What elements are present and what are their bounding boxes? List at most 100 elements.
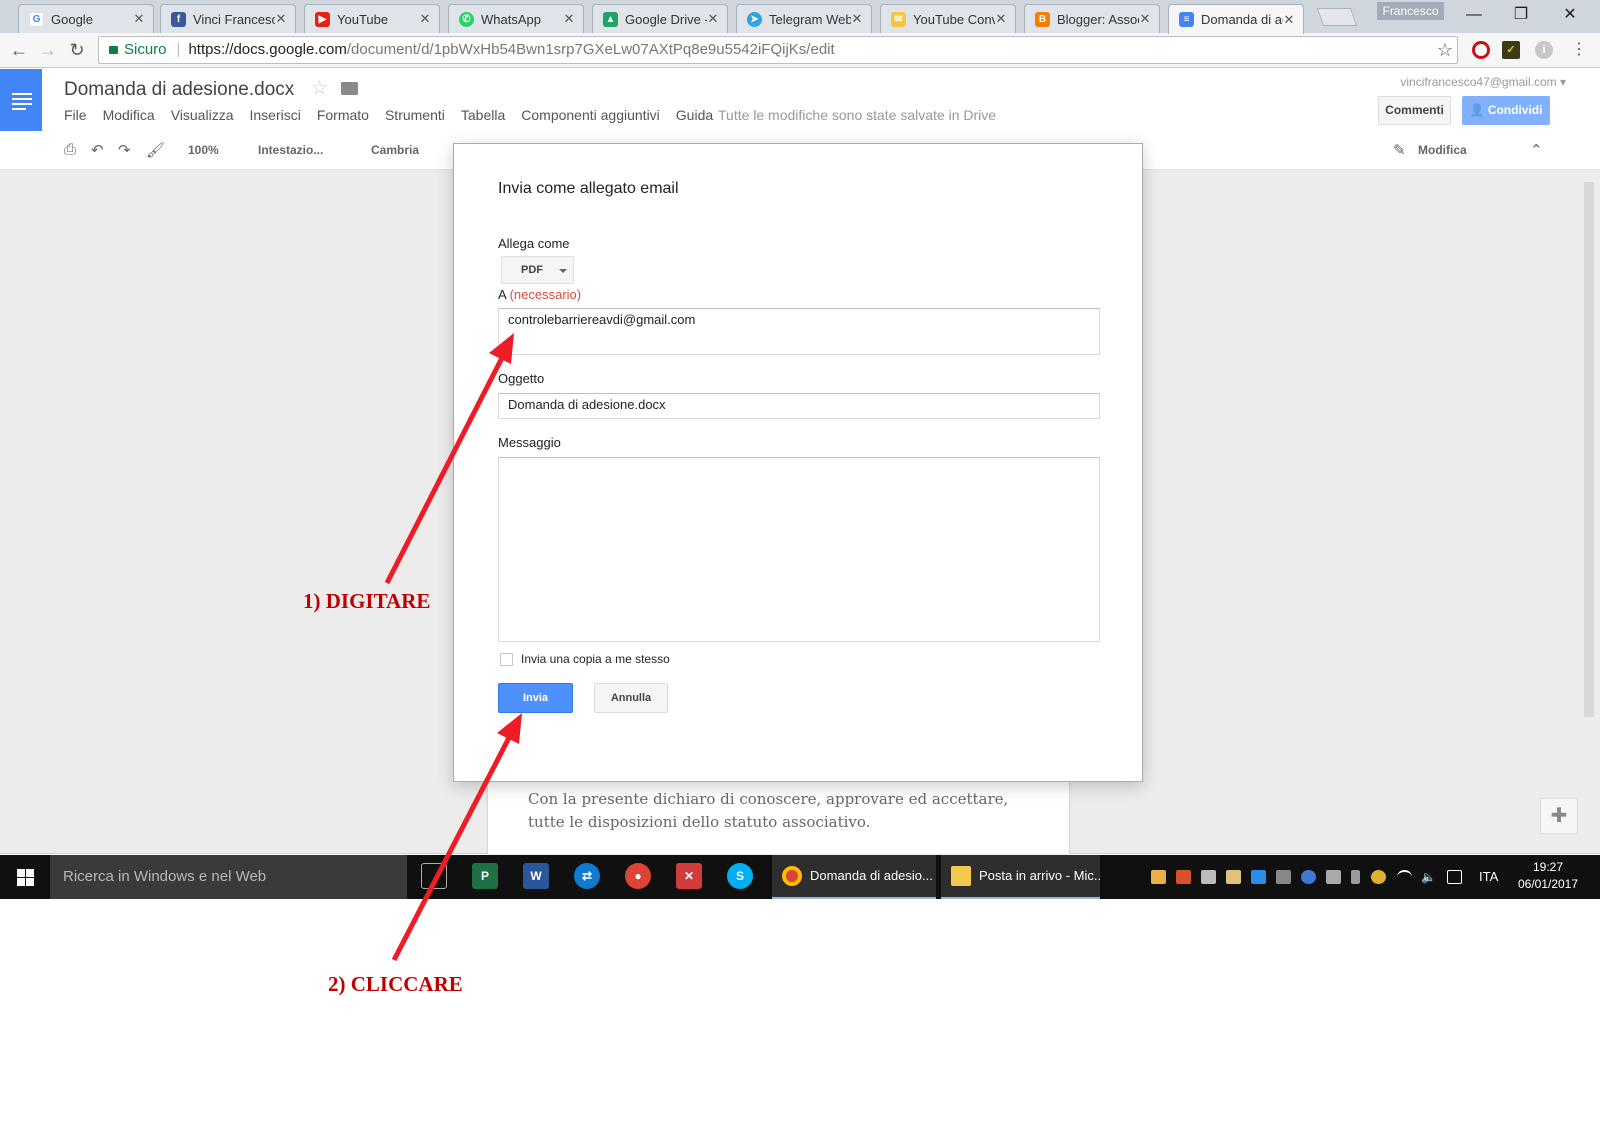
subject-field[interactable]: Domanda di adesione.docx <box>498 393 1100 419</box>
forward-icon[interactable]: → <box>35 37 61 63</box>
tab-google-docs[interactable]: ≡ Domanda di ad ✕ <box>1168 4 1304 34</box>
tray-mail-icon[interactable] <box>1151 870 1166 884</box>
send-button[interactable]: Invia <box>498 683 573 713</box>
chrome-menu-icon[interactable]: ⋮ <box>1566 37 1592 63</box>
menu-formato[interactable]: Formato <box>317 107 369 123</box>
windows-start-icon[interactable] <box>0 855 50 899</box>
explore-icon[interactable]: ✚ <box>1540 798 1578 834</box>
redo-icon[interactable]: ↷ <box>118 141 131 159</box>
minimize-icon[interactable]: — <box>1451 0 1497 30</box>
tab-whatsapp[interactable]: ✆ WhatsApp ✕ <box>448 4 584 33</box>
tab-google-drive[interactable]: ▲ Google Drive - ✕ <box>592 4 728 33</box>
close-tab-icon[interactable]: ✕ <box>851 11 863 27</box>
task-view-icon[interactable] <box>421 863 447 889</box>
separator: | <box>176 41 181 58</box>
tray-app-icon[interactable] <box>1301 870 1316 884</box>
menu-modifica[interactable]: Modifica <box>103 107 155 123</box>
action-center-icon[interactable] <box>1447 870 1462 884</box>
font-select[interactable]: Cambria <box>371 143 419 157</box>
opera-extension-icon[interactable] <box>1472 41 1490 59</box>
taskbar-chrome-task[interactable]: Domanda di adesio... <box>772 855 936 899</box>
tray-app-icon[interactable] <box>1201 870 1216 884</box>
tab-telegram[interactable]: ➤ Telegram Web ✕ <box>736 4 872 33</box>
send-copy-checkbox[interactable] <box>500 653 513 666</box>
volume-icon[interactable]: 🔈 <box>1421 870 1436 884</box>
tab-title: Domanda di ad <box>1201 12 1283 27</box>
tab-facebook[interactable]: f Vinci Francesco ✕ <box>160 4 296 33</box>
menu-inserisci[interactable]: Inserisci <box>249 107 300 123</box>
extension-icon[interactable]: i <box>1535 41 1553 59</box>
close-tab-icon[interactable]: ✕ <box>1139 11 1151 27</box>
close-tab-icon[interactable]: ✕ <box>707 11 719 27</box>
close-tab-icon[interactable]: ✕ <box>133 11 145 27</box>
folder-icon[interactable] <box>341 82 358 95</box>
word-icon[interactable]: W <box>523 863 549 889</box>
tray-app-icon[interactable] <box>1176 870 1191 884</box>
dialog-title: Invia come allegato email <box>498 180 679 197</box>
new-tab-button[interactable] <box>1316 8 1358 26</box>
send-copy-label[interactable]: Invia una copia a me stesso <box>521 652 670 666</box>
taskbar-outlook-task[interactable]: Posta in arrivo - Mic... <box>941 855 1100 899</box>
publisher-icon[interactable]: P <box>472 863 498 889</box>
windows-search-input[interactable]: Ricerca in Windows e nel Web <box>50 855 407 899</box>
close-tab-icon[interactable]: ✕ <box>419 11 431 27</box>
menu-strumenti[interactable]: Strumenti <box>385 107 445 123</box>
menu-file[interactable]: File <box>64 107 87 123</box>
close-window-icon[interactable]: ✕ <box>1547 0 1593 30</box>
tray-app-icon[interactable] <box>1326 870 1341 884</box>
profile-button[interactable]: Francesco <box>1377 2 1444 20</box>
teamviewer-icon[interactable]: ⇄ <box>574 863 600 889</box>
skype-icon[interactable]: S <box>727 863 753 889</box>
message-field[interactable] <box>498 457 1100 642</box>
address-bar[interactable]: Sicuro | https://docs.google.com/document/… <box>98 36 1458 64</box>
menu-bar: File Modifica Visualizza Inserisci Forma… <box>64 107 729 123</box>
undo-icon[interactable]: ↶ <box>91 141 104 159</box>
chrome-app-icon[interactable]: ● <box>625 863 651 889</box>
print-icon[interactable]: ⎙ <box>64 141 76 158</box>
attach-format-select[interactable]: PDF <box>501 256 574 284</box>
tab-blogger[interactable]: B Blogger: Assoc ✕ <box>1024 4 1160 33</box>
close-tab-icon[interactable]: ✕ <box>995 11 1007 27</box>
comments-button[interactable]: Commenti <box>1378 96 1451 125</box>
clock[interactable]: 19:27 06/01/2017 <box>1513 859 1583 893</box>
share-button[interactable]: 👤 Condividi <box>1462 96 1550 125</box>
pdf-reader-icon[interactable]: ✕ <box>676 863 702 889</box>
reload-icon[interactable]: ↻ <box>64 37 90 63</box>
document-body-text[interactable]: Con la presente dichiaro di conoscere, a… <box>528 788 1048 834</box>
bookmark-star-icon[interactable]: ☆ <box>1437 37 1453 63</box>
back-icon[interactable]: ← <box>6 37 32 63</box>
wifi-icon[interactable] <box>1397 870 1412 884</box>
scrollbar[interactable] <box>1584 182 1594 717</box>
paint-format-icon[interactable]: 🖌 <box>146 141 165 159</box>
save-status[interactable]: Tutte le modifiche sono state salvate in… <box>718 107 996 123</box>
url-host: https://docs.google.com <box>188 41 347 58</box>
collapse-icon[interactable]: ⌃ <box>1530 141 1543 159</box>
close-tab-icon[interactable]: ✕ <box>275 11 287 27</box>
checkmark-extension-icon[interactable]: ✓ <box>1502 41 1520 59</box>
tray-app-icon[interactable] <box>1226 870 1241 884</box>
close-tab-icon[interactable]: ✕ <box>1283 12 1295 28</box>
tray-app-icon[interactable] <box>1371 870 1386 884</box>
usb-icon[interactable] <box>1351 870 1360 884</box>
star-icon[interactable]: ☆ <box>311 77 328 100</box>
style-select[interactable]: Intestazio... <box>258 143 323 157</box>
cancel-button[interactable]: Annulla <box>594 683 668 713</box>
tray-app-icon[interactable] <box>1276 870 1291 884</box>
menu-guida[interactable]: Guida <box>676 107 713 123</box>
google-docs-logo-icon[interactable] <box>0 69 42 131</box>
tab-google[interactable]: G Google ✕ <box>18 4 154 33</box>
account-email[interactable]: vincifrancesco47@gmail.com ▾ <box>1400 75 1566 89</box>
menu-visualizza[interactable]: Visualizza <box>171 107 234 123</box>
menu-componenti-aggiuntivi[interactable]: Componenti aggiuntivi <box>521 107 660 123</box>
to-field[interactable]: controlebarriereavdi@gmail.com <box>498 308 1100 355</box>
mode-select[interactable]: Modifica <box>1418 143 1467 157</box>
document-title[interactable]: Domanda di adesione.docx <box>64 79 294 101</box>
tray-app-icon[interactable] <box>1251 870 1266 884</box>
menu-tabella[interactable]: Tabella <box>461 107 505 123</box>
tab-youtube[interactable]: ▶ YouTube ✕ <box>304 4 440 33</box>
restore-icon[interactable]: ❐ <box>1498 0 1544 30</box>
language-indicator[interactable]: ITA <box>1479 869 1498 884</box>
zoom-select[interactable]: 100% <box>188 143 219 157</box>
tab-youtube-converter[interactable]: ✉ YouTube Conv ✕ <box>880 4 1016 33</box>
close-tab-icon[interactable]: ✕ <box>563 11 575 27</box>
